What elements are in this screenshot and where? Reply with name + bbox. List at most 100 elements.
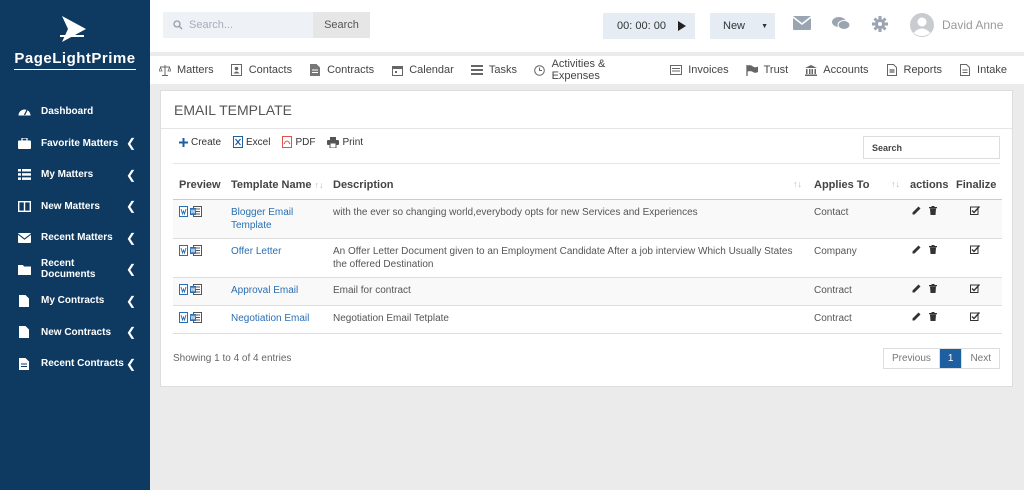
chat-icon[interactable] (832, 16, 850, 31)
template-name-link[interactable]: Negotiation Email (231, 313, 309, 324)
pagination-page-1[interactable]: 1 (939, 349, 963, 368)
preview-word-icon[interactable]: W (190, 244, 202, 256)
user-menu[interactable]: David Anne (910, 13, 1003, 37)
sidebar-item-label: My Matters (41, 169, 94, 181)
col-template-name[interactable]: Template Name ↑↓ (225, 171, 327, 200)
col-description[interactable]: Description ↑↓ (327, 171, 808, 200)
sidebar: PageLightPrime Dashboard Favorite Matters… (0, 0, 150, 490)
template-name-link[interactable]: Approval Email (231, 285, 298, 296)
table-search-input[interactable]: Search (863, 136, 1000, 159)
sidebar-item-my-matters[interactable]: My Matters ❮ (0, 159, 150, 191)
search-icon (173, 20, 183, 30)
menu-item-activities-expenses[interactable]: Activities & Expenses (534, 58, 653, 82)
preview-doc-icon[interactable] (179, 205, 188, 217)
sidebar-item-my-contracts[interactable]: My Contracts ❮ (0, 285, 150, 317)
pagination-next[interactable]: Next (962, 349, 999, 368)
menu-item-trust[interactable]: Trust (745, 64, 788, 76)
sidebar-item-label: New Contracts (41, 326, 112, 338)
svg-text:W: W (191, 287, 196, 293)
create-button[interactable]: Create (179, 137, 221, 148)
chevron-left-icon[interactable]: ❮ (126, 136, 136, 150)
sort-icon[interactable]: ↑↓ (793, 179, 802, 189)
finalize-check-icon[interactable] (970, 205, 981, 215)
new-dropdown-button[interactable]: New ▼ (710, 13, 775, 39)
template-name-link[interactable]: Blogger Email Template (231, 207, 293, 231)
edit-icon[interactable] (912, 312, 921, 321)
edit-icon[interactable] (912, 245, 921, 254)
menu-item-contacts[interactable]: Contacts (231, 64, 292, 76)
menu-item-label: Matters (177, 64, 214, 76)
menu-item-contracts[interactable]: Contracts (309, 64, 374, 76)
finalize-check-icon[interactable] (970, 244, 981, 254)
cell-finalize (950, 305, 1002, 334)
global-search-input[interactable]: Search... (163, 12, 313, 38)
play-icon[interactable] (678, 21, 686, 31)
print-button[interactable]: Print (327, 136, 363, 148)
preview-doc-icon[interactable] (179, 311, 188, 323)
sidebar-item-dashboard[interactable]: Dashboard (0, 96, 150, 128)
delete-icon[interactable] (929, 283, 937, 293)
brand-logo[interactable]: PageLightPrime (0, 0, 150, 78)
sidebar-item-label: My Contracts (41, 295, 105, 307)
pdf-button[interactable]: PDF (282, 136, 315, 148)
sidebar-item-new-contracts[interactable]: New Contracts ❮ (0, 317, 150, 349)
delete-icon[interactable] (929, 244, 937, 254)
menu-item-reports[interactable]: Reports (886, 64, 942, 76)
list-icon (17, 168, 31, 182)
cell-description: Negotiation Email Tetplate (327, 305, 808, 334)
delete-icon[interactable] (929, 205, 937, 215)
template-name-link[interactable]: Offer Letter (231, 246, 281, 257)
chevron-left-icon[interactable]: ❮ (126, 231, 136, 245)
search-placeholder: Search... (189, 19, 234, 31)
col-preview: Preview (173, 171, 225, 200)
sidebar-item-recent-documents[interactable]: Recent Documents ❮ (0, 254, 150, 286)
cell-description: An Offer Letter Document given to an Emp… (327, 238, 808, 278)
finalize-check-icon[interactable] (970, 283, 981, 293)
menu-item-label: Activities & Expenses (551, 58, 606, 82)
menu-item-calendar[interactable]: Calendar (391, 64, 454, 76)
chevron-left-icon[interactable]: ❮ (126, 262, 136, 276)
sort-icon[interactable]: ↑↓ (315, 180, 324, 190)
entries-info: Showing 1 to 4 of 4 entries (173, 353, 292, 364)
sort-icon[interactable]: ↑↓ (891, 179, 900, 189)
pdf-icon (282, 136, 293, 148)
excel-button[interactable]: Excel (233, 136, 270, 148)
cell-preview: W (173, 305, 225, 334)
preview-word-icon[interactable]: W (190, 205, 202, 217)
menu-item-intake[interactable]: Intake (959, 64, 1007, 76)
chevron-left-icon[interactable]: ❮ (126, 168, 136, 182)
sidebar-item-recent-contracts[interactable]: Recent Contracts ❮ (0, 348, 150, 380)
gear-icon[interactable] (872, 16, 888, 32)
col-applies-to[interactable]: Applies To ↑↓ (808, 171, 904, 200)
delete-icon[interactable] (929, 311, 937, 321)
menu-item-tasks[interactable]: Tasks (470, 64, 517, 76)
sidebar-item-favorite-matters[interactable]: Favorite Matters ❮ (0, 128, 150, 160)
document-icon (309, 64, 321, 76)
edit-icon[interactable] (912, 284, 921, 293)
sidebar-item-recent-matters[interactable]: Recent Matters ❮ (0, 222, 150, 254)
finalize-check-icon[interactable] (970, 311, 981, 321)
preview-doc-icon[interactable] (179, 244, 188, 256)
pagination-previous[interactable]: Previous (884, 349, 940, 368)
search-button[interactable]: Search (313, 12, 370, 38)
menu-item-invoices[interactable]: Invoices (670, 64, 729, 76)
menu-item-matters[interactable]: Matters (159, 64, 214, 76)
chevron-left-icon[interactable]: ❮ (126, 199, 136, 213)
chevron-left-icon[interactable]: ❮ (126, 294, 136, 308)
tasks-icon (470, 64, 483, 76)
preview-word-icon[interactable]: W (190, 283, 202, 295)
report-icon (886, 64, 898, 76)
cell-finalize (950, 199, 1002, 239)
sidebar-item-new-matters[interactable]: New Matters ❮ (0, 191, 150, 223)
cell-template-name: Blogger Email Template (225, 199, 327, 239)
mail-icon[interactable] (793, 16, 811, 30)
preview-word-icon[interactable]: W (190, 311, 202, 323)
chevron-left-icon[interactable]: ❮ (126, 357, 136, 371)
timer[interactable]: 00: 00: 00 (603, 13, 695, 39)
menu-item-accounts[interactable]: Accounts (805, 64, 869, 76)
edit-icon[interactable] (912, 206, 921, 215)
cell-applies-to: Contact (808, 199, 904, 239)
cell-template-name: Approval Email (225, 277, 327, 306)
chevron-left-icon[interactable]: ❮ (126, 325, 136, 339)
preview-doc-icon[interactable] (179, 283, 188, 295)
